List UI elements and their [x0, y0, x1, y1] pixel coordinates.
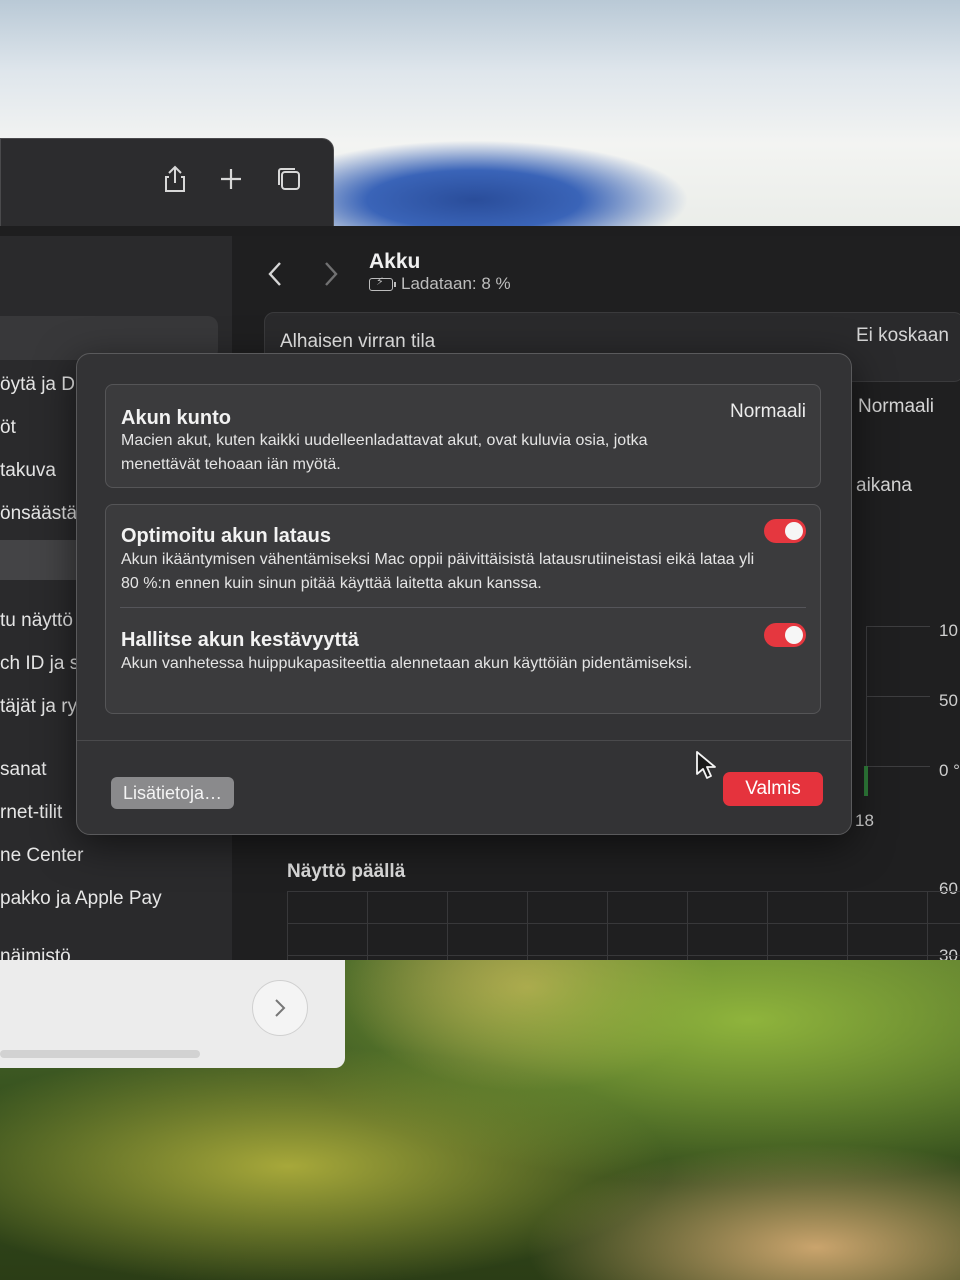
optimized-charging-title: Optimoitu akun lataus	[121, 525, 332, 547]
manage-longevity-description: Akun vanhetessa huippukapasiteettia alen…	[121, 655, 693, 672]
chart-bar	[864, 766, 868, 796]
sidebar-selection	[0, 540, 80, 580]
sidebar-item[interactable]: öt	[0, 417, 16, 439]
plus-icon[interactable]	[215, 163, 247, 195]
usage-period-label: aikana	[856, 475, 912, 496]
sidebar-item[interactable]: rnet-tilit	[0, 802, 62, 824]
battery-health-sheet: Akun kunto Normaali Macien akut, kuten k…	[76, 353, 852, 835]
battery-health-title: Akun kunto	[121, 407, 231, 429]
manage-longevity-toggle[interactable]	[764, 623, 806, 647]
sidebar-item[interactable]: önsäästä	[0, 503, 77, 525]
low-power-value[interactable]: Ei koskaan	[856, 325, 949, 347]
low-power-label: Alhaisen virran tila	[280, 331, 436, 352]
sidebar-item[interactable]: täjät ja ry	[0, 696, 77, 718]
charging-status-text: Ladataan: 8 %	[401, 274, 511, 293]
footer-divider	[77, 740, 851, 741]
charging-status: Ladataan: 8 %	[369, 274, 511, 294]
back-icon[interactable]	[264, 260, 288, 288]
chevron-right-icon[interactable]	[252, 980, 308, 1036]
battery-health-card: Akun kunto Normaali Macien akut, kuten k…	[105, 384, 821, 488]
share-icon[interactable]	[159, 163, 191, 195]
sidebar-item[interactable]: ch ID ja s	[0, 653, 79, 675]
forward-icon[interactable]	[318, 260, 342, 288]
divider	[120, 607, 806, 608]
axis-tick: 50	[939, 691, 958, 710]
battery-health-status: Normaali	[729, 401, 806, 422]
mouse-cursor-icon	[695, 750, 717, 780]
axis-tick: 0 °	[939, 761, 960, 780]
manage-longevity-title: Hallitse akun kestävyyttä	[121, 629, 359, 651]
sidebar-item[interactable]: pakko ja Apple Pay	[0, 888, 162, 910]
battery-level-chart	[866, 626, 930, 786]
page-title: Akku	[369, 250, 421, 273]
optimized-charging-toggle[interactable]	[764, 519, 806, 543]
axis-tick: 10	[939, 621, 958, 640]
battery-health-value: Normaali	[858, 396, 935, 417]
battery-charging-icon	[369, 275, 396, 291]
tabs-icon[interactable]	[273, 163, 305, 195]
sidebar-item[interactable]: ne Center	[0, 845, 83, 867]
browser-toolbar	[0, 138, 334, 238]
sidebar-item[interactable]: öytä ja D	[0, 374, 75, 396]
scroll-indicator	[0, 1050, 200, 1058]
wallpaper-mountain	[330, 140, 690, 240]
sidebar-item[interactable]: sanat	[0, 759, 46, 781]
browser-lower-area	[0, 958, 345, 1068]
done-button[interactable]: Valmis	[723, 772, 823, 806]
battery-health-description: Macien akut, kuten kaikki uudelleenladat…	[121, 432, 648, 473]
screen-on-chart	[287, 891, 960, 960]
screen-on-heading: Näyttö päällä	[287, 861, 406, 882]
charging-options-card: Optimoitu akun lataus Akun ikääntymisen …	[105, 504, 821, 714]
sidebar-item[interactable]: takuva	[0, 460, 56, 482]
sidebar-item[interactable]: näimistö	[0, 946, 71, 960]
learn-more-button[interactable]: Lisätietoja…	[111, 777, 235, 809]
axis-tick: 18	[855, 811, 874, 830]
optimized-charging-description: Akun ikääntymisen vähentämiseksi Mac opp…	[121, 551, 755, 592]
sidebar-item[interactable]: tu näyttö	[0, 610, 73, 632]
